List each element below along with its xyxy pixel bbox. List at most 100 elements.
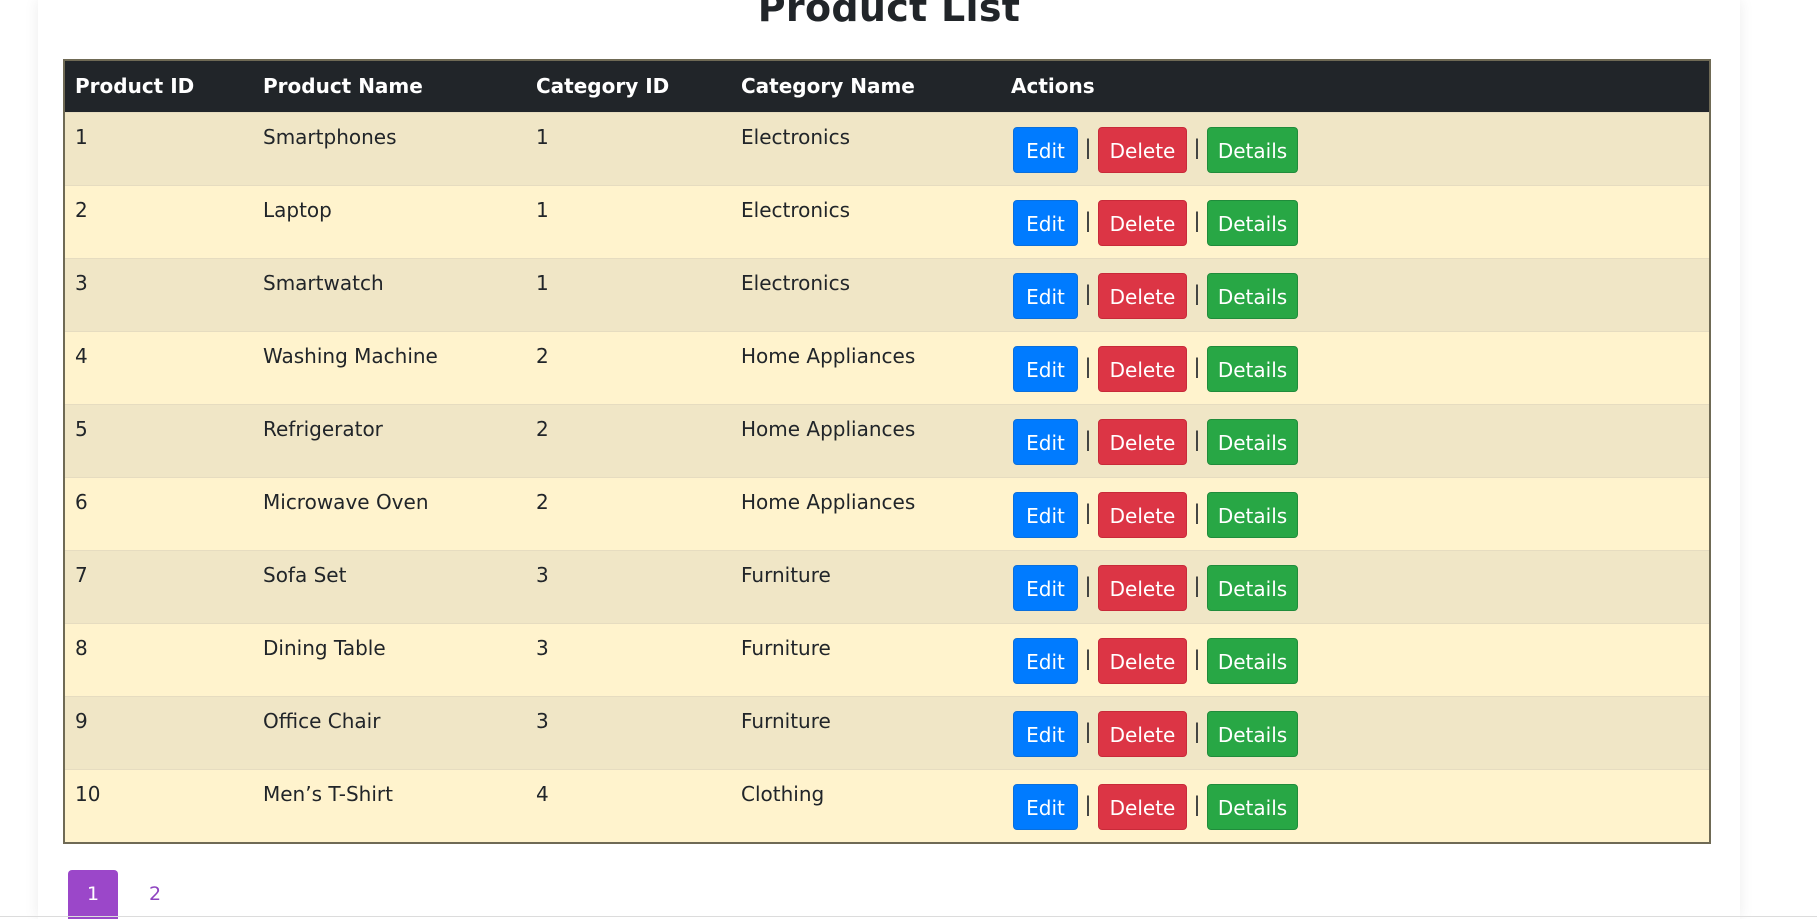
action-separator: | — [1193, 134, 1201, 159]
delete-button[interactable]: Delete — [1098, 564, 1187, 611]
cell-product-id: 5 — [75, 416, 88, 441]
delete-button[interactable]: Delete — [1098, 126, 1187, 173]
table-row: 9 Office Chair 3 Furniture Edit | Delete | Detai… — [65, 696, 1709, 769]
edit-button[interactable]: Edit — [1013, 126, 1078, 173]
page-card: Product List Product ID Product Name Cat… — [38, 0, 1740, 919]
delete-button[interactable]: Delete — [1098, 272, 1187, 319]
edit-button[interactable]: Edit — [1013, 637, 1078, 684]
header-category-name: Category Name — [741, 74, 915, 99]
cell-product-id: 3 — [75, 270, 88, 295]
action-separator: | — [1084, 645, 1092, 670]
cell-category-id: 2 — [536, 343, 549, 368]
details-button[interactable]: Details — [1207, 272, 1298, 319]
cell-category-name: Electronics — [741, 270, 851, 295]
edit-button[interactable]: Edit — [1013, 418, 1078, 465]
action-separator: | — [1084, 207, 1092, 232]
cell-category-id: 3 — [536, 562, 549, 587]
action-separator: | — [1193, 499, 1201, 524]
details-button[interactable]: Details — [1207, 126, 1298, 173]
cell-category-id: 2 — [536, 416, 549, 441]
action-separator: | — [1193, 353, 1201, 378]
action-separator: | — [1084, 718, 1092, 743]
cell-product-name: Smartphones — [263, 124, 397, 149]
action-separator: | — [1193, 718, 1201, 743]
cell-product-id: 9 — [75, 708, 88, 733]
table-row: 10 Men’s T-Shirt 4 Clothing Edit | Delete | Deta… — [65, 769, 1709, 842]
edit-button[interactable]: Edit — [1013, 491, 1078, 538]
details-button[interactable]: Details — [1207, 418, 1298, 465]
cell-product-id: 10 — [75, 781, 101, 806]
cell-category-id: 3 — [536, 635, 549, 660]
delete-button[interactable]: Delete — [1098, 637, 1187, 684]
action-separator: | — [1084, 499, 1092, 524]
cell-category-name: Electronics — [741, 124, 851, 149]
cell-product-id: 1 — [75, 124, 88, 149]
cell-actions: Edit | Delete | Details — [1001, 331, 1709, 404]
cell-product-name: Microwave Oven — [263, 489, 429, 514]
cell-category-name: Furniture — [741, 635, 831, 660]
cell-product-name: Refrigerator — [263, 416, 383, 441]
cell-product-name: Men’s T-Shirt — [263, 781, 393, 806]
delete-button[interactable]: Delete — [1098, 710, 1187, 757]
details-button[interactable]: Details — [1207, 710, 1298, 757]
action-separator: | — [1084, 426, 1092, 451]
action-separator: | — [1084, 572, 1092, 597]
cell-product-name: Sofa Set — [263, 562, 347, 587]
edit-button[interactable]: Edit — [1013, 272, 1078, 319]
details-button[interactable]: Details — [1207, 783, 1298, 830]
cell-category-name: Home Appliances — [741, 489, 916, 514]
details-button[interactable]: Details — [1207, 564, 1298, 611]
edit-button[interactable]: Edit — [1013, 710, 1078, 757]
table-header: Product ID Product Name Category ID Cate… — [65, 61, 1709, 112]
edit-button[interactable]: Edit — [1013, 783, 1078, 830]
cell-product-name: Smartwatch — [263, 270, 384, 295]
cell-category-name: Home Appliances — [741, 343, 916, 368]
cell-product-id: 2 — [75, 197, 88, 222]
cell-category-name: Electronics — [741, 197, 851, 222]
cell-actions: Edit | Delete | Details — [1001, 769, 1709, 842]
action-separator: | — [1193, 207, 1201, 232]
cell-actions: Edit | Delete | Details — [1001, 623, 1709, 696]
cell-actions: Edit | Delete | Details — [1001, 696, 1709, 769]
table-row: 5 Refrigerator 2 Home Appliances Edit | Delete… — [65, 404, 1709, 477]
table-body: 1 Smartphones 1 Electronics Edit | Delete | Deta… — [65, 112, 1709, 842]
cell-category-id: 2 — [536, 489, 549, 514]
delete-button[interactable]: Delete — [1098, 491, 1187, 538]
action-separator: | — [1084, 280, 1092, 305]
delete-button[interactable]: Delete — [1098, 418, 1187, 465]
page-title: Product List — [757, 0, 1021, 30]
cell-actions: Edit | Delete | Details — [1001, 404, 1709, 477]
cell-product-id: 7 — [75, 562, 88, 587]
bottom-divider — [0, 916, 1817, 917]
details-button[interactable]: Details — [1207, 491, 1298, 538]
delete-button[interactable]: Delete — [1098, 345, 1187, 392]
cell-actions: Edit | Delete | Details — [1001, 185, 1709, 258]
edit-button[interactable]: Edit — [1013, 345, 1078, 392]
table-header-row: Product ID Product Name Category ID Cate… — [65, 61, 1709, 112]
cell-actions: Edit | Delete | Details — [1001, 112, 1709, 185]
action-separator: | — [1084, 134, 1092, 159]
table-row: 8 Dining Table 3 Furniture Edit | Delete | Detai… — [65, 623, 1709, 696]
cell-product-id: 8 — [75, 635, 88, 660]
table-row: 1 Smartphones 1 Electronics Edit | Delete | Deta… — [65, 112, 1709, 185]
delete-button[interactable]: Delete — [1098, 199, 1187, 246]
action-separator: | — [1193, 791, 1201, 816]
edit-button[interactable]: Edit — [1013, 199, 1078, 246]
product-table: Product ID Product Name Category ID Cate… — [65, 61, 1709, 842]
edit-button[interactable]: Edit — [1013, 564, 1078, 611]
table-row: 4 Washing Machine 2 Home Appliances Edit | Del… — [65, 331, 1709, 404]
cell-category-id: 4 — [536, 781, 549, 806]
pagination: 12 — [68, 870, 192, 919]
delete-button[interactable]: Delete — [1098, 783, 1187, 830]
header-product-name: Product Name — [263, 74, 423, 99]
cell-product-id: 4 — [75, 343, 88, 368]
cell-product-name: Office Chair — [263, 708, 381, 733]
details-button[interactable]: Details — [1207, 637, 1298, 684]
details-button[interactable]: Details — [1207, 199, 1298, 246]
page-link-1[interactable]: 1 — [68, 870, 118, 919]
page-link-2[interactable]: 2 — [130, 870, 180, 919]
table-row: 2 Laptop 1 Electronics Edit | Delete | Details — [65, 185, 1709, 258]
header-category-id: Category ID — [536, 74, 670, 99]
cell-product-name: Dining Table — [263, 635, 386, 660]
details-button[interactable]: Details — [1207, 345, 1298, 392]
